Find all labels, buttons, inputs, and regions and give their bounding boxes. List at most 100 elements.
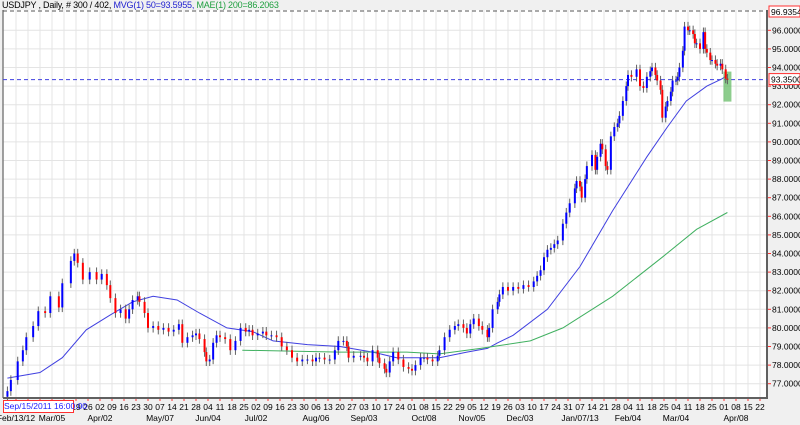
candle-body (549, 247, 552, 250)
x-tick-day-label: 23 (131, 402, 141, 412)
candle-body (488, 327, 491, 338)
candle-body (462, 324, 465, 328)
candle-body (328, 359, 331, 361)
x-month-label: Dec/03 (507, 413, 534, 423)
candle-body (666, 100, 669, 107)
candle-body (512, 286, 515, 291)
x-tick-day-label: 22 (755, 402, 765, 412)
candle-body (522, 285, 525, 289)
candle-body (621, 100, 624, 116)
candle-body (438, 350, 441, 356)
candle-body (565, 212, 568, 224)
candle-body (472, 318, 475, 325)
candle-body (359, 355, 362, 357)
x-tick-day-label: 12 (479, 402, 489, 412)
candle-body (453, 326, 456, 330)
candle-body (256, 333, 259, 336)
candle-body (704, 32, 707, 49)
candle-body (315, 357, 317, 362)
candle-body (61, 283, 64, 308)
candle-body (573, 188, 576, 204)
candle-body (333, 350, 336, 360)
candle-body (205, 352, 208, 362)
x-tick-day-label: 02 (95, 402, 105, 412)
candle-body (496, 301, 499, 310)
x-tick-day-label: 31 (563, 402, 573, 412)
candle-body (203, 339, 206, 353)
x-tick-day-label: 07 (575, 402, 585, 412)
candle-body (32, 326, 35, 338)
x-month-label: Sep/03 (351, 413, 378, 423)
candle-body (136, 296, 139, 300)
x-tick-day-label: 01 (407, 402, 417, 412)
candle-body (105, 273, 108, 286)
candle-body (491, 309, 494, 328)
candle-body (469, 324, 472, 334)
y-tick-label: 80.0000 (772, 323, 800, 333)
candle-body (25, 337, 28, 351)
x-tick-day-label: 07 (155, 402, 165, 412)
candle-body (212, 342, 215, 360)
candle-body (671, 80, 674, 92)
candle-body (407, 366, 410, 369)
x-tick-day-label: 18 (227, 402, 237, 412)
candle-body (436, 355, 439, 362)
x-month-label: Jan/07/13 (561, 413, 599, 423)
x-month-label: Mar/04 (663, 413, 690, 423)
candle-body (49, 296, 52, 314)
y-tick-label: 82.0000 (772, 286, 800, 296)
candle-body (397, 352, 400, 360)
x-month-label: Jul/02 (245, 413, 268, 423)
x-tick-day-label: 13 (323, 402, 333, 412)
candle-body (635, 69, 638, 77)
candle-body (411, 368, 413, 371)
candlestick-chart[interactable]: 77.0000 78.0000 79.0000 80.0000 81.0000 82.00… (0, 0, 800, 425)
candle-body (388, 361, 391, 373)
candle-body (594, 154, 597, 170)
x-tick-day-label: 14 (587, 402, 597, 412)
x-tick-day-label: 11 (636, 402, 645, 412)
candle-body (532, 281, 535, 287)
candle-body (423, 357, 425, 359)
candle-body (296, 357, 299, 362)
candle-body (639, 69, 641, 87)
candle-body (630, 74, 633, 77)
candle-body (186, 337, 189, 343)
candle-body (669, 91, 672, 101)
candle-body (352, 355, 355, 358)
candle-body (419, 357, 422, 366)
candle-body (57, 296, 60, 308)
candle-body (561, 223, 564, 241)
candle-body (114, 298, 117, 314)
x-tick-day-label: 17 (383, 402, 393, 412)
y-tick-label: 83.0000 (772, 267, 800, 277)
x-tick-day-label: 30 (299, 402, 309, 412)
y-tick-label: 91.0000 (772, 118, 800, 128)
x-tick-day-label: 04 (623, 402, 633, 412)
x-tick-day-label: 29 (455, 402, 465, 412)
candle-body (536, 275, 539, 282)
candle-body (527, 285, 530, 287)
candle-body (172, 329, 175, 332)
candle-body (693, 34, 696, 44)
candle-body (507, 286, 509, 291)
candle-body (261, 331, 264, 334)
x-month-label: Jun/04 (195, 413, 221, 423)
candle-body (709, 52, 712, 61)
candle-body (371, 350, 374, 362)
candle-body (291, 350, 293, 358)
candle-body (714, 60, 717, 64)
candle-body (143, 301, 146, 314)
x-tick-day-label: 21 (599, 402, 609, 412)
candle-body (215, 335, 218, 343)
candle-body (711, 60, 713, 62)
candle-body (601, 143, 604, 150)
candle-body (676, 76, 679, 81)
candle-body (692, 30, 695, 35)
candle-body (584, 179, 587, 198)
candle-body (88, 272, 91, 280)
candle-body (477, 318, 480, 327)
candle-body (556, 240, 559, 245)
candle-body (100, 273, 103, 280)
candle-body (376, 350, 379, 358)
